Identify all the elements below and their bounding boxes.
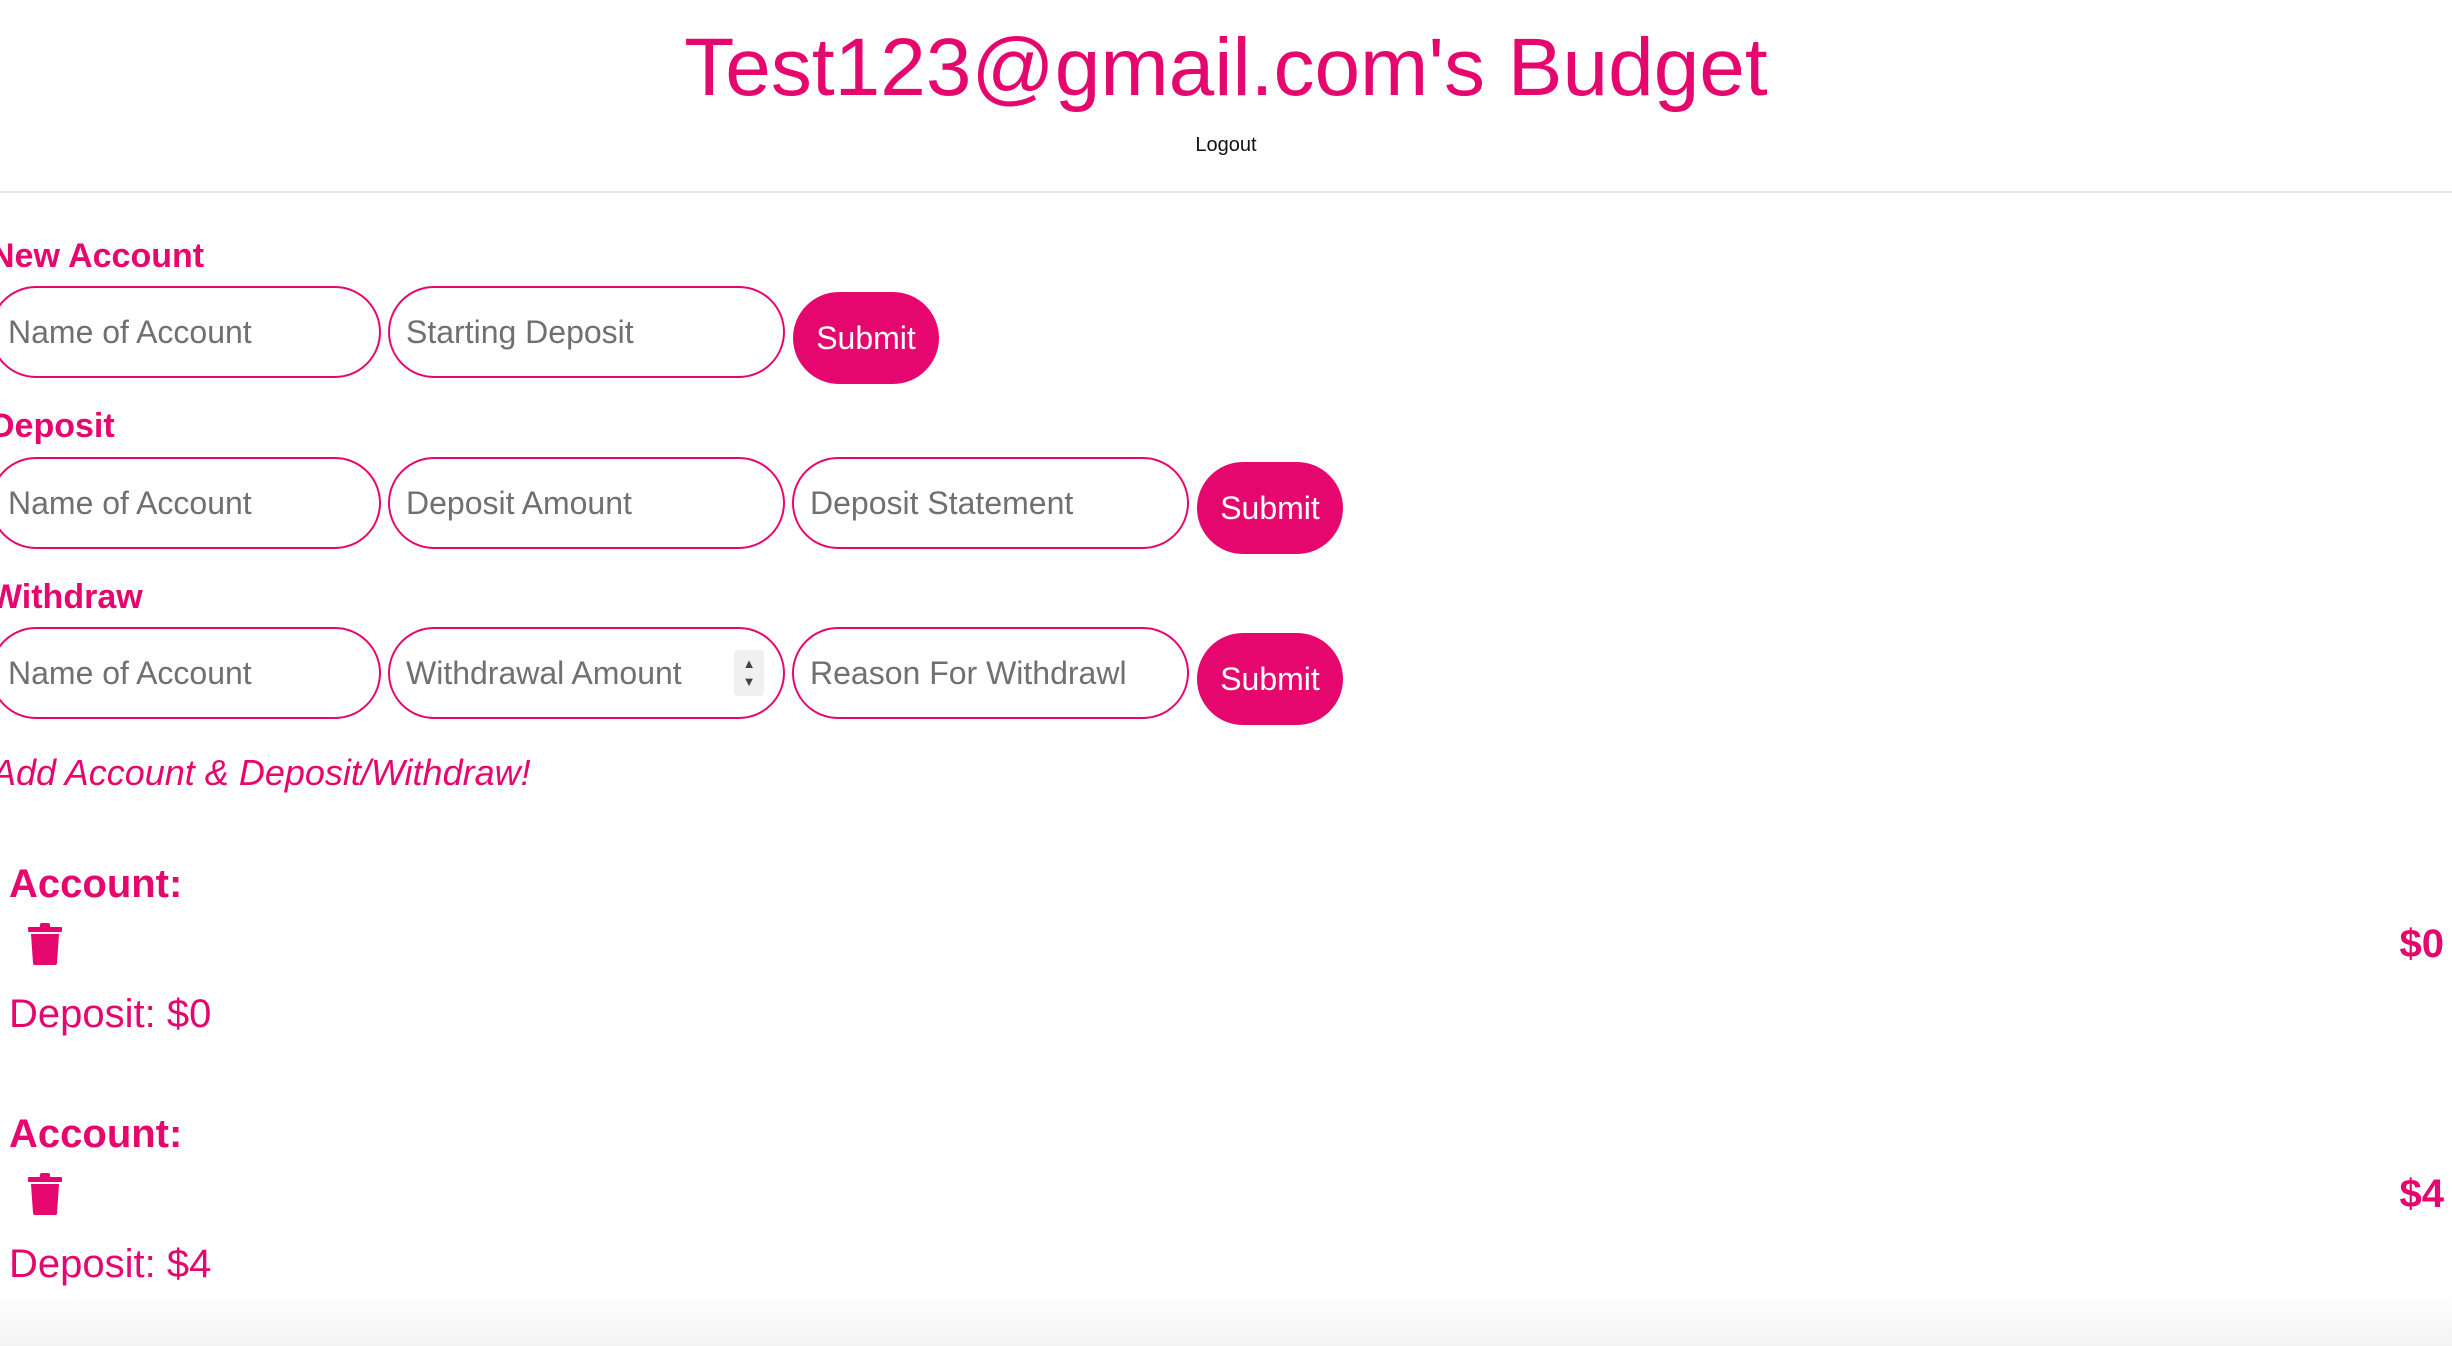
deposit-account-name-input[interactable]	[0, 457, 381, 549]
account-balance: $0	[2399, 922, 2445, 966]
deposit-label: Deposit	[0, 407, 115, 445]
withdraw-reason-input[interactable]	[792, 627, 1189, 719]
new-account-submit-button[interactable]: Submit	[793, 292, 939, 384]
deposit-statement-input[interactable]	[792, 457, 1189, 549]
account-title: Account:	[9, 862, 183, 906]
page-title: Test123@gmail.com's Budget	[684, 22, 1768, 113]
deposit-submit-button[interactable]: Submit	[1197, 462, 1343, 554]
spin-down-icon[interactable]: ▼	[743, 673, 756, 691]
instruction-text: Add Account & Deposit/Withdraw!	[0, 752, 531, 793]
account-deposit: Deposit: $4	[9, 1242, 212, 1286]
header-divider	[0, 191, 2452, 193]
withdraw-account-name-input[interactable]	[0, 627, 381, 719]
deposit-amount-input[interactable]	[388, 457, 785, 549]
withdraw-label: Withdraw	[0, 578, 143, 616]
new-account-label: New Account	[0, 237, 205, 275]
bottom-fade	[0, 1290, 2452, 1346]
account-title: Account:	[9, 1112, 183, 1156]
logout-link[interactable]: Logout	[0, 134, 2452, 157]
withdrawal-amount-input[interactable]	[388, 627, 785, 719]
trash-icon[interactable]	[28, 1173, 62, 1215]
trash-icon[interactable]	[28, 923, 62, 965]
spin-up-icon[interactable]: ▲	[743, 655, 756, 673]
new-account-name-input[interactable]	[0, 286, 381, 378]
account-balance: $4	[2399, 1172, 2445, 1216]
starting-deposit-input[interactable]	[388, 286, 785, 378]
number-spinner[interactable]: ▲ ▼	[734, 650, 764, 696]
withdraw-submit-button[interactable]: Submit	[1197, 633, 1343, 725]
account-deposit: Deposit: $0	[9, 992, 212, 1036]
